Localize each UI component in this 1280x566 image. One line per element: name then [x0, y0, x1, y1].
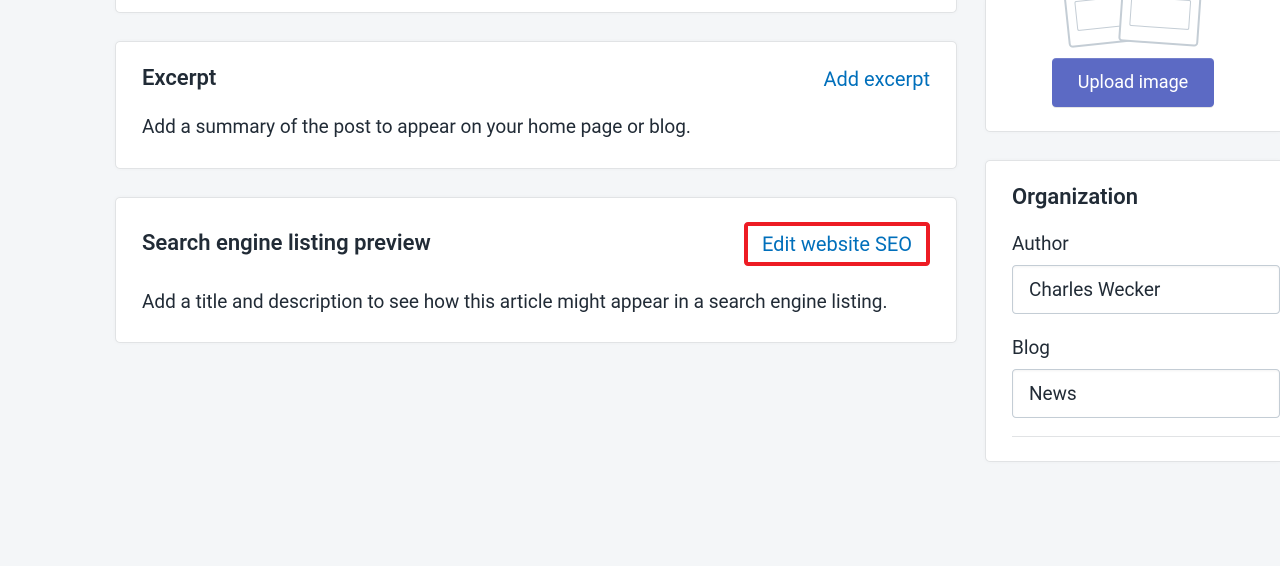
- org-divider: [1012, 436, 1280, 437]
- blog-select[interactable]: [1012, 369, 1280, 418]
- upload-image-button[interactable]: Upload image: [1052, 58, 1214, 107]
- seo-card: Search engine listing preview Edit websi…: [115, 197, 957, 344]
- organization-card: Organization Author Blog: [985, 160, 1280, 462]
- seo-action-highlight: Edit website SEO: [744, 222, 930, 266]
- seo-title: Search engine listing preview: [142, 231, 431, 256]
- excerpt-description: Add a summary of the post to appear on y…: [142, 113, 930, 142]
- add-excerpt-button[interactable]: Add excerpt: [823, 67, 930, 91]
- image-placeholder-icon: [1053, 0, 1213, 40]
- featured-image-card: Upload image: [985, 0, 1280, 132]
- organization-title: Organization: [1012, 185, 1280, 210]
- previous-card-bottom: [115, 0, 957, 13]
- author-label: Author: [1012, 232, 1280, 255]
- seo-header: Search engine listing preview Edit websi…: [142, 222, 930, 266]
- blog-label: Blog: [1012, 336, 1280, 359]
- author-select[interactable]: [1012, 265, 1280, 314]
- excerpt-title: Excerpt: [142, 66, 216, 91]
- edit-website-seo-button[interactable]: Edit website SEO: [762, 232, 912, 256]
- excerpt-header: Excerpt Add excerpt: [142, 66, 930, 91]
- seo-description: Add a title and description to see how t…: [142, 288, 930, 317]
- excerpt-card: Excerpt Add excerpt Add a summary of the…: [115, 41, 957, 169]
